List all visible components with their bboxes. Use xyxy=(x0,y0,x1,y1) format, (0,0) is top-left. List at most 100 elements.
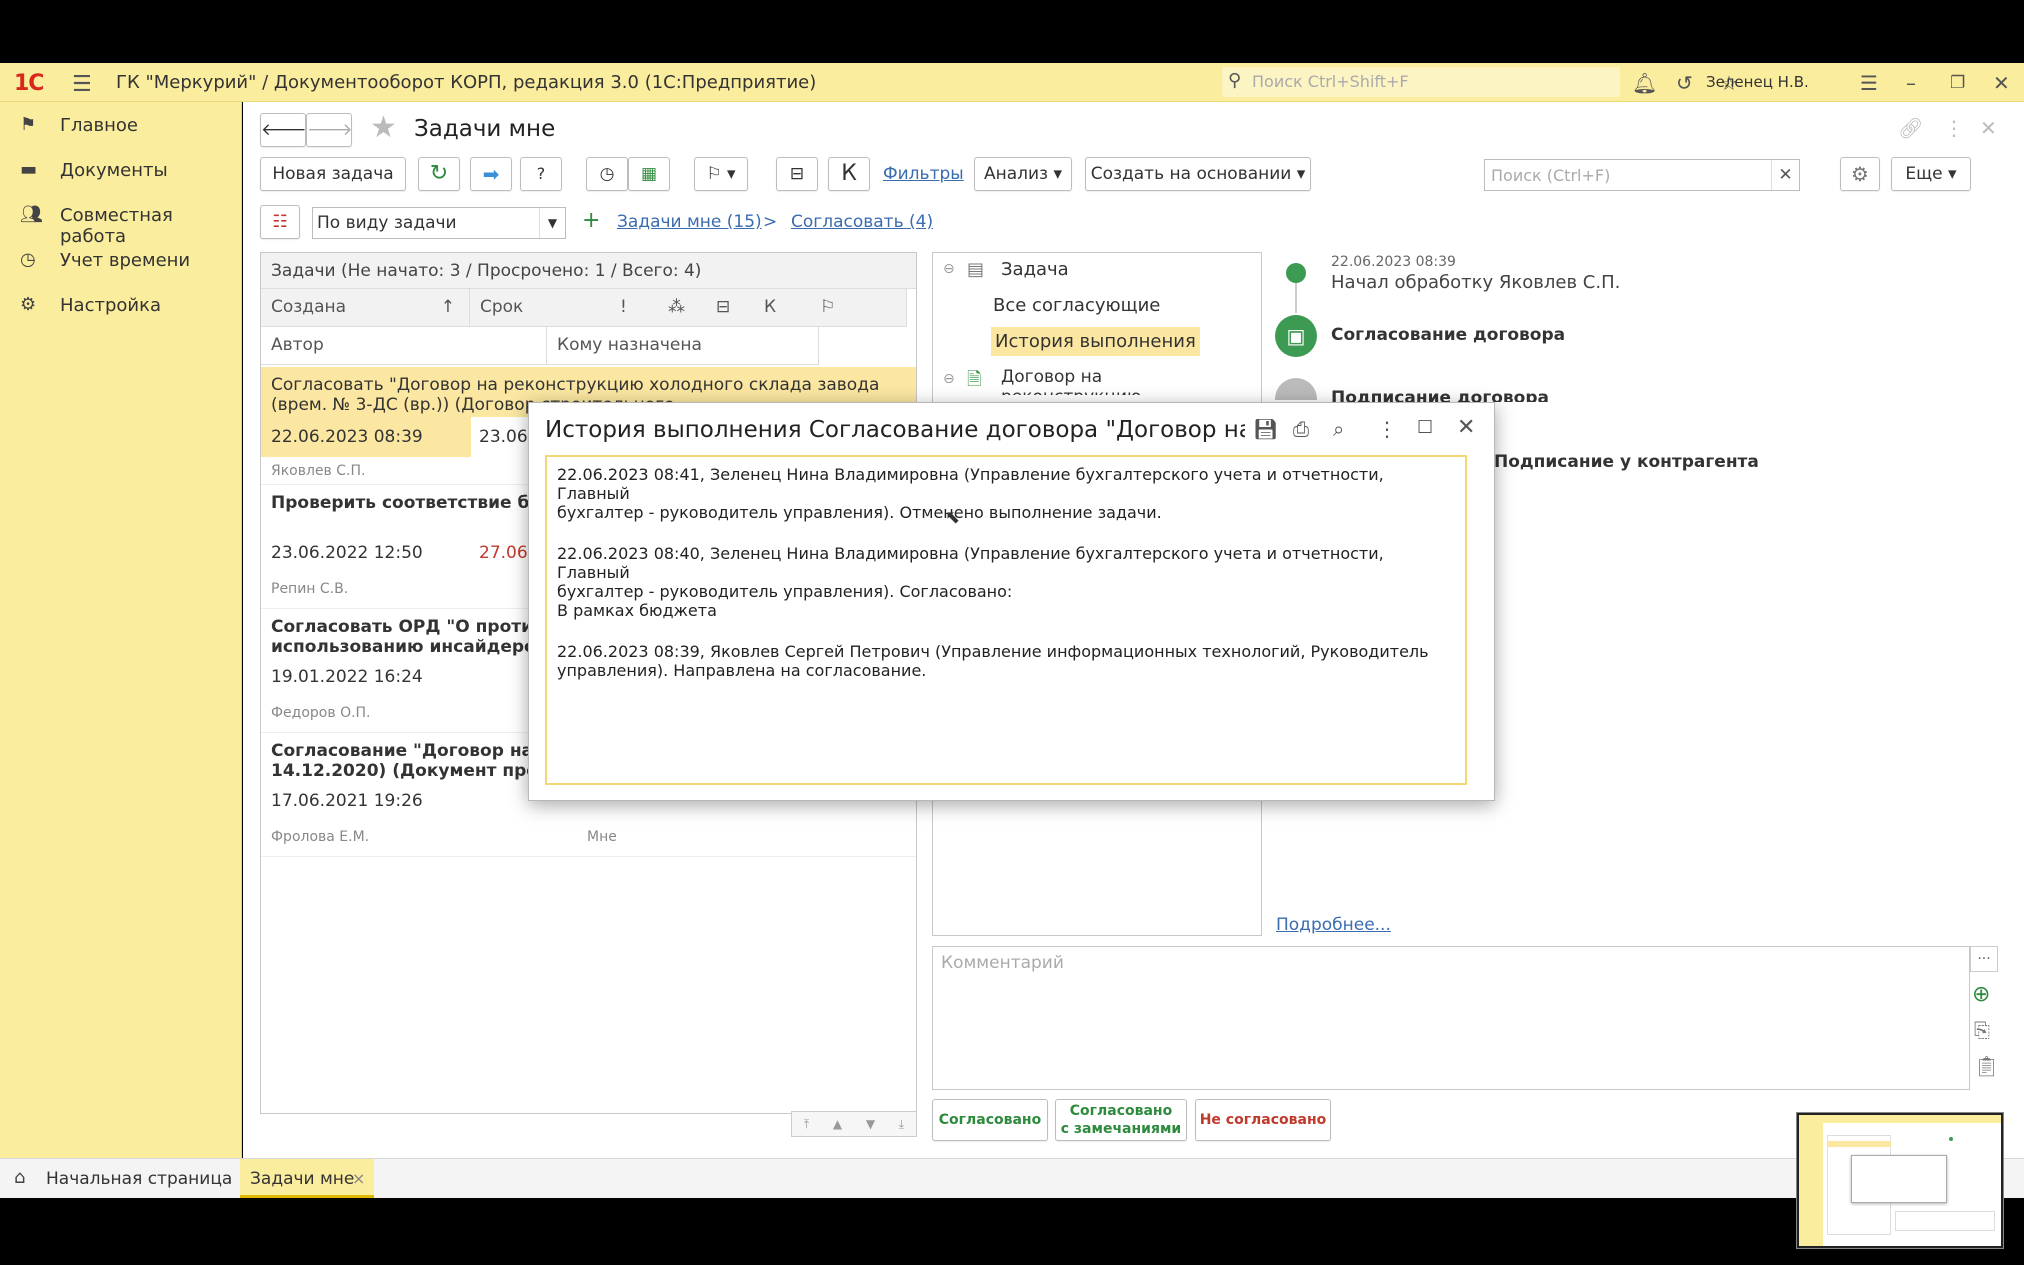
dialog-close-icon[interactable]: ✕ xyxy=(1457,415,1475,440)
grouping-select[interactable]: По виду задачи ▼ xyxy=(312,207,566,239)
timeline-step-counterparty[interactable]: Подписание у контрагента xyxy=(1494,452,1759,472)
add-circle-icon[interactable]: ⊕ xyxy=(1972,982,1990,1007)
clipboard-icon[interactable]: 📋︎ xyxy=(1974,1054,1999,1078)
sort-arrow-icon: ↑ xyxy=(440,297,455,317)
save-icon[interactable]: 💾︎ xyxy=(1253,417,1278,441)
task-author: Фролова Е.М. xyxy=(271,829,370,845)
column-created[interactable]: Создана ↑ xyxy=(261,289,470,327)
new-task-button[interactable]: Новая задача xyxy=(260,157,406,191)
forward-task-button[interactable]: ➡ xyxy=(470,157,512,191)
history-line: управления). Направлена на согласование. xyxy=(557,661,927,680)
scroll-down-icon[interactable]: ▼ xyxy=(866,1117,875,1131)
column-label: Создана xyxy=(271,297,347,317)
minimize-icon[interactable]: – xyxy=(1906,71,1916,95)
history-icon[interactable]: ↺ xyxy=(1676,71,1693,95)
calendar-button[interactable]: ▦ xyxy=(628,157,670,191)
collapse-icon[interactable]: ⊖ xyxy=(943,371,955,387)
hierarchy-button[interactable]: ⊟ xyxy=(776,157,818,191)
sidebar-item-documents[interactable]: ▬ Документы xyxy=(0,151,242,191)
attachment-icon[interactable]: ⎘ xyxy=(1974,1018,1990,1042)
sidebar-item-collaboration[interactable]: 👥︎ Совместная работа xyxy=(0,196,242,247)
column-author[interactable]: Автор xyxy=(261,327,547,365)
sidebar-item-time-tracking[interactable]: ◷ Учет времени xyxy=(0,241,242,281)
scroll-bottom-icon[interactable]: ⤓ xyxy=(899,1117,904,1132)
comment-more-button[interactable]: ... xyxy=(1970,946,1998,972)
filters-link[interactable]: Фильтры xyxy=(883,164,964,184)
title-bar: 1С ☰ ГК "Меркурий" / Документооборот КОР… xyxy=(0,63,2024,102)
hierarchy-icon: ⊟ xyxy=(716,297,731,317)
breadcrumb-approve[interactable]: Согласовать (4) xyxy=(791,212,933,232)
maximize-icon[interactable]: ☐ xyxy=(1417,417,1433,438)
column-assignee[interactable]: Кому назначена xyxy=(547,327,819,365)
tree-all-approvers[interactable]: Все согласующие xyxy=(993,295,1160,316)
favorite-star-icon[interactable]: ★ xyxy=(370,110,397,145)
forward-button[interactable]: 🡒 xyxy=(306,113,353,147)
refresh-button[interactable]: ↻ xyxy=(418,157,460,191)
more-details-link[interactable]: Подробнее... xyxy=(1276,915,1391,935)
history-line: 22.06.2023 08:40, Зеленец Нина Владимиро… xyxy=(557,544,1384,582)
column-due[interactable]: Срок ! ⁂ ⊟ К ⚐ xyxy=(470,289,907,327)
add-icon[interactable]: + xyxy=(582,208,600,233)
scroll-top-icon[interactable]: ⤒ xyxy=(804,1117,809,1132)
thumb-dialog xyxy=(1851,1155,1947,1203)
more-vertical-icon[interactable]: ⋮ xyxy=(1944,116,1964,140)
sidebar-item-label: Главное xyxy=(60,115,138,136)
flag-menu-button[interactable]: ⚐ ▾ xyxy=(694,157,748,191)
breadcrumb-tasks[interactable]: Задачи мне (15) xyxy=(617,212,762,232)
more-label: Еще xyxy=(1905,164,1943,184)
global-search-input[interactable]: ⚲ Поиск Ctrl+Shift+F xyxy=(1222,67,1620,97)
timeline-start-dot xyxy=(1286,263,1306,283)
window-thumbnail[interactable] xyxy=(1797,1113,2003,1248)
approve-remarks-line2: с замечаниями xyxy=(1060,1121,1182,1137)
analysis-button[interactable]: Анализ ▾ xyxy=(974,157,1072,191)
not-approve-button[interactable]: Не согласовано xyxy=(1195,1099,1331,1141)
menu-icon[interactable]: ☰ xyxy=(72,72,92,97)
preview-icon[interactable]: ⌕ xyxy=(1333,417,1344,441)
timeline-line xyxy=(1295,283,1297,313)
k-button[interactable]: К xyxy=(828,157,870,191)
timeline-step-approval[interactable]: Согласование договора xyxy=(1331,325,1565,345)
approve-button[interactable]: Согласовано xyxy=(932,1099,1048,1141)
user-name[interactable]: Зеленец Н.В. xyxy=(1706,73,1809,91)
tab-home[interactable]: Начальная страница xyxy=(46,1169,232,1189)
create-based-on-button[interactable]: Создать на основании ▾ xyxy=(1085,157,1311,191)
settings-button[interactable]: ⚙ xyxy=(1840,157,1880,191)
link-icon[interactable]: 🔗︎ xyxy=(1898,116,1923,140)
tab-close-icon[interactable]: × xyxy=(352,1169,365,1188)
column-label: Срок xyxy=(480,297,524,317)
history-dialog: История выполнения Согласование договора… xyxy=(528,402,1495,801)
more-button[interactable]: Еще ▾ xyxy=(1891,157,1971,191)
comment-field[interactable]: Комментарий xyxy=(932,946,1970,1090)
tree-document[interactable]: Договор на реконструкцию холодного склад… xyxy=(1001,367,1241,395)
history-text-area[interactable]: 22.06.2023 08:41, Зеленец Нина Владимиро… xyxy=(545,455,1467,785)
collapse-icon[interactable]: ⊖ xyxy=(943,261,955,277)
sidebar-item-main[interactable]: ⚑ Главное xyxy=(0,106,242,146)
scroll-up-icon[interactable]: ▲ xyxy=(833,1117,842,1131)
folder-icon: ▬ xyxy=(20,159,38,180)
close-icon[interactable]: ✕ xyxy=(1993,71,2010,95)
back-button[interactable]: 🡐 xyxy=(260,113,307,147)
tab-current[interactable]: Задачи мне × xyxy=(240,1159,374,1198)
chevron-down-icon[interactable]: ▼ xyxy=(539,208,565,238)
approve-with-remarks-button[interactable]: Согласовано с замечаниями xyxy=(1055,1099,1187,1141)
grouping-settings-button[interactable]: ☷ xyxy=(260,205,300,239)
list-search-placeholder: Поиск (Ctrl+F) xyxy=(1491,166,1611,185)
timeline-step-signing[interactable]: Подписание договора xyxy=(1331,388,1549,402)
task-due: 27.06. xyxy=(479,543,534,563)
help-button[interactable]: ? xyxy=(520,157,562,191)
bell-icon[interactable]: 🔔︎ xyxy=(1632,71,1657,95)
restore-icon[interactable]: ❐ xyxy=(1950,73,1965,93)
deadline-button[interactable]: ◷ xyxy=(586,157,628,191)
list-search-input[interactable]: Поиск (Ctrl+F) ✕ xyxy=(1484,159,1800,191)
print-icon[interactable]: ⎙ xyxy=(1293,417,1309,441)
more-vertical-icon[interactable]: ⋮ xyxy=(1377,417,1397,441)
close-form-icon[interactable]: ✕ xyxy=(1980,116,1997,140)
tree-history[interactable]: История выполнения xyxy=(991,327,1200,356)
create-based-on-label: Создать на основании xyxy=(1090,164,1292,184)
clear-icon[interactable]: ✕ xyxy=(1771,160,1799,190)
history-entry: 22.06.2023 08:40, Зеленец Нина Владимиро… xyxy=(557,544,1455,620)
sidebar-item-settings[interactable]: ⚙ Настройка xyxy=(0,286,242,326)
tree-root[interactable]: Задача xyxy=(1001,259,1069,280)
thumb-topbar xyxy=(1799,1115,2001,1123)
settings-menu-icon[interactable]: ☰ xyxy=(1860,71,1878,95)
